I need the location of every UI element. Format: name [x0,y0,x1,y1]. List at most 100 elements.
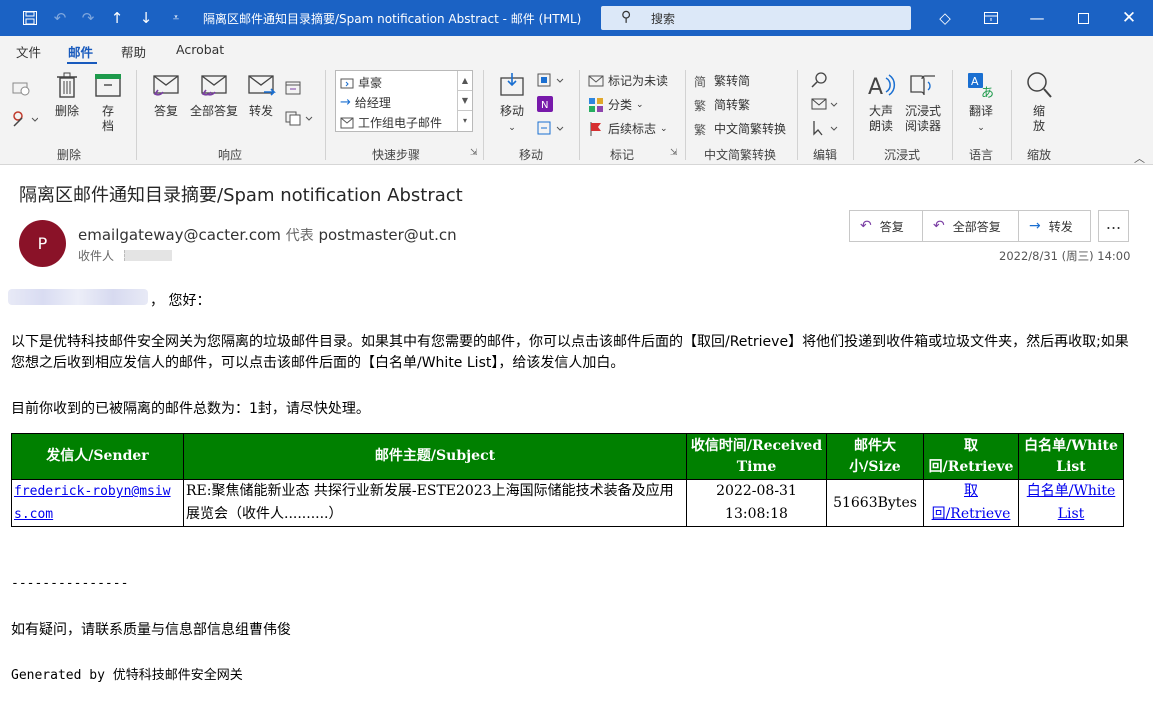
minimize-icon[interactable]: — [1027,8,1047,28]
reply-all-action-button[interactable]: ↶ 全部答复 [923,211,1019,241]
table-row: frederick-robyn@msiws.com RE:聚焦储能新业态 共探行… [11,479,1124,527]
onenote-icon[interactable]: N [537,96,553,112]
reply-action-button[interactable]: ↶ 答复 [850,211,923,241]
down-arrow-icon[interactable]: ↓ [136,8,156,28]
column-header: 取回/Retrieve [923,433,1019,480]
column-header: 邮件大小/Size [826,433,924,480]
reply-icon [153,75,179,96]
whitelist-link[interactable]: 白名单/White List [1027,483,1116,522]
gallery-expand-icon[interactable]: ▾ [458,111,472,131]
ignore-icon[interactable] [12,80,30,96]
chinese-conversion-button[interactable]: 繁 中文简繁转换 [694,120,786,137]
archive-icon [95,74,121,97]
mark-unread-label: 标记为未读 [608,74,669,88]
message-subject: 隔离区邮件通知目录摘要/Spam notification Abstract [19,185,463,206]
simplified-to-traditional-button[interactable]: 繁 简转繁 [694,96,750,113]
chevron-down-icon: ⌄ [660,123,668,134]
chevron-down-icon: ⌄ [977,123,985,133]
reply-button[interactable]: 答复 [148,70,184,119]
sender-address[interactable]: emailgateway@cacter.com [78,226,281,244]
actions-icon[interactable] [537,120,565,136]
sender-representative[interactable]: postmaster@ut.cn [318,226,456,244]
whitelist-cell: 白名单/White List [1018,479,1124,527]
column-header: 邮件主题/Subject [183,433,687,480]
translate-button[interactable]: Aあ 翻译 ⌄ [963,70,999,136]
column-header: 发信人/Sender [11,433,184,480]
immersive-group-label: 沉浸式 [884,148,921,162]
divider: --------------- [11,576,129,591]
diamond-icon[interactable]: ◇ [935,8,955,28]
avatar[interactable]: P [19,220,66,267]
tab-mail[interactable]: 邮件 [68,42,93,61]
search-icon: ⚲ [621,9,632,25]
simplified-to-traditional-label: 简转繁 [714,98,751,112]
immersive-reader-label-2: 阅读器 [904,119,941,133]
menu-bar: 文件 邮件 帮助 Acrobat [0,36,1153,64]
column-header: 收信时间/Received Time [686,433,827,480]
message-datetime: 2022/8/31 (周三) 14:00 [999,249,1131,263]
folder-icon [340,78,354,88]
find-icon[interactable] [811,72,829,88]
related-icon[interactable] [811,96,839,112]
tab-file[interactable]: 文件 [16,42,41,61]
close-icon[interactable]: ✕ [1119,8,1139,28]
convert-icon: 繁 [694,122,707,137]
reply-all-label: 全部答复 [189,104,238,118]
cleanup-icon[interactable] [12,110,38,128]
up-arrow-icon[interactable]: ↑ [107,8,127,28]
tab-help[interactable]: 帮助 [121,42,146,61]
search-box[interactable]: ⚲ 搜索 [601,6,911,30]
dialog-launcher-icon[interactable]: ⇲ [470,148,478,158]
envelope-icon [588,75,604,86]
scroll-down-icon[interactable]: ▼ [458,91,472,111]
quick-step-item[interactable]: 卓豪 [340,74,382,91]
more-actions-button[interactable]: ... [1098,210,1129,242]
forward-action-label: 转发 [1048,219,1073,234]
meeting-icon[interactable] [284,80,302,96]
categories-icon [589,97,603,112]
tab-acrobat[interactable]: Acrobat [176,42,224,57]
sender-link[interactable]: frederick-robyn@msiws.com [14,484,171,522]
reply-icon: ↶ [860,218,872,234]
collapse-ribbon-icon[interactable]: ︿ [1134,150,1145,166]
save-icon[interactable] [20,8,40,28]
zoom-button[interactable]: 缩 放 [1024,70,1054,134]
move-button[interactable]: 移动 ⌄ [497,70,527,136]
follow-up-label: 后续标志 [608,122,657,136]
recipient-redacted[interactable] [124,250,172,261]
read-aloud-button[interactable]: A 大声 朗读 [864,70,898,134]
sender-cell: frederick-robyn@msiws.com [11,479,184,527]
quick-step-item[interactable]: → 给经理 [340,94,391,111]
mail-icon [340,117,354,128]
select-icon[interactable] [811,120,839,136]
translate-label: 翻译 [968,104,993,118]
categorize-button[interactable]: 分类 ⌄ [588,96,644,113]
mark-unread-button[interactable]: 标记为未读 [588,72,668,89]
gallery-scroll[interactable]: ▲ ▼ ▾ [457,71,472,131]
follow-up-button[interactable]: 后续标志 ⌄ [588,120,668,137]
read-aloud-icon: A [868,74,896,100]
recipient-name-redacted [8,289,148,305]
ribbon-display-options-icon[interactable] [981,8,1001,28]
reply-all-button[interactable]: 全部答复 [188,70,240,119]
quick-step-item[interactable]: 工作组电子邮件 [340,114,442,131]
customize-toolbar-icon[interactable]: ⩡ [166,8,186,28]
scroll-up-icon[interactable]: ▲ [458,71,472,91]
chinese-conversion-label: 中文简繁转换 [714,122,787,136]
dialog-launcher-icon[interactable]: ⇲ [670,148,678,158]
rules-icon[interactable] [537,72,565,88]
more-respond-icon[interactable] [284,110,314,126]
flag-icon [590,121,601,136]
traditional-to-simplified-button[interactable]: 简 繁转简 [694,72,750,89]
forward-button[interactable]: 转发 [246,70,276,119]
delete-button[interactable]: 删除 [52,70,82,119]
undo-icon[interactable]: ↶ [50,8,70,28]
recipient-label: 收件人 [78,249,115,263]
archive-button[interactable]: 存 档 [93,70,123,134]
immersive-reader-button[interactable]: 沉浸式 阅读器 [902,70,944,134]
forward-action-button[interactable]: → 转发 [1019,211,1090,241]
ribbon-separator [1011,70,1012,160]
maximize-icon[interactable] [1073,8,1093,28]
redo-icon[interactable]: ↷ [78,8,98,28]
retrieve-link[interactable]: 取回/Retrieve [932,483,1011,522]
